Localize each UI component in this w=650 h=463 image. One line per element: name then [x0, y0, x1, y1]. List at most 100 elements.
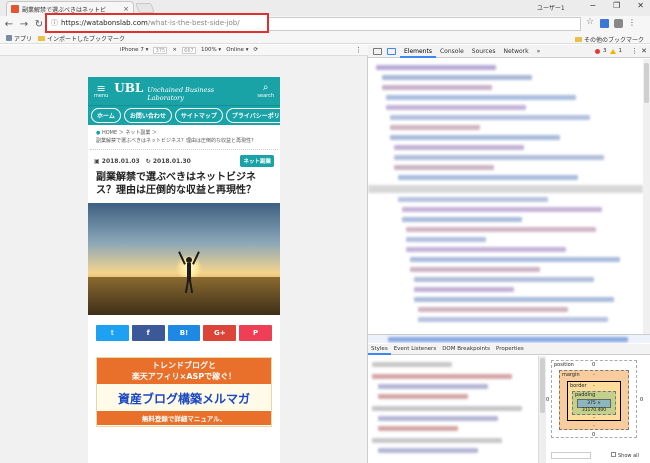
close-window-icon[interactable]: ✕ [637, 1, 644, 10]
height-input[interactable]: 667 [181, 46, 196, 54]
times-sign: × [172, 47, 177, 53]
search-button[interactable]: ⌕ search [257, 82, 274, 100]
box-filter-row: Show all [551, 452, 639, 459]
favicon-icon [11, 5, 19, 13]
updated-date: ↻ 2018.01.30 [145, 157, 191, 165]
logo-sub: Unchained Business Laboratory [147, 85, 215, 102]
breadcrumb: ● HOME ＞ ネット副業 ＞ 副業解禁で選ぶべきはネットビジネス？理由は圧倒… [90, 125, 278, 150]
devtools-menu-icon[interactable]: ⋮ [631, 47, 638, 55]
address-bar[interactable]: ⓘ https://watabonslab.com/what-is-the-be… [45, 13, 269, 33]
tab-properties[interactable]: Properties [493, 344, 527, 355]
issue-counts[interactable]: 3 1 [595, 48, 622, 54]
share-buttons: 𝕥 f B! G+ P [88, 315, 280, 341]
article-title: 副業解禁で選ぶべきはネットビジネス？理由は圧倒的な収益と再現性？ [96, 172, 256, 196]
extension-icon[interactable] [600, 19, 609, 28]
tab-console[interactable]: Console [436, 45, 468, 58]
profile-name[interactable]: ユーザー1 [537, 3, 565, 12]
device-select[interactable]: iPhone 7 ▾ [120, 47, 148, 53]
folder-icon [574, 37, 582, 42]
apps-icon [6, 35, 12, 41]
site-logo[interactable]: UBL Unchained Business Laboratory [114, 81, 251, 102]
crumb-category[interactable]: ネット副業 [125, 130, 150, 136]
post-meta: ▣ 2018.01.03 ↻ 2018.01.30 ネット副業 [88, 150, 280, 167]
tab-elements[interactable]: Elements [400, 45, 436, 58]
restore-icon[interactable]: ❐ [613, 1, 620, 10]
tab-close-icon[interactable]: × [123, 5, 129, 13]
warning-icon [609, 48, 616, 54]
google-plus-share-button[interactable]: G+ [203, 325, 237, 341]
bookmark-star-icon[interactable]: ☆ [586, 17, 594, 27]
forward-icon[interactable]: → [18, 19, 30, 30]
tab-network[interactable]: Network [500, 45, 533, 58]
url-path: /what-is-the-best-side-job/ [147, 19, 240, 27]
bookmarks-bar: アプリ インポートしたブックマーク その他のブックマーク [0, 33, 650, 44]
device-toggle-icon[interactable] [387, 47, 396, 55]
width-input[interactable]: 375 [153, 46, 168, 54]
network-select[interactable]: Online ▾ [226, 47, 248, 53]
banner-title: 資産ブログ構築メルマガ [117, 392, 250, 406]
site-nav: ホーム お問い合わせ サイトマップ プライバシーポリ [88, 105, 280, 125]
styles-pane[interactable] [368, 356, 538, 463]
checkbox [611, 452, 616, 457]
device-viewport-area: iPhone 7 ▾ 375 × 667 100% ▾ Online ▾ ⟳ ⋮… [0, 45, 368, 463]
url-host: https://watabonslab.com [61, 19, 148, 27]
twitter-share-button[interactable]: 𝕥 [96, 325, 129, 341]
filter-input[interactable] [551, 452, 591, 459]
nav-contact[interactable]: お問い合わせ [123, 108, 172, 123]
logo-main: UBL [114, 80, 144, 95]
category-badge[interactable]: ネット副業 [240, 155, 274, 167]
site-header: ≡ menu UBL Unchained Business Laboratory … [88, 77, 280, 105]
box-margin: margin - - border - - padding 375 × 3117… [559, 370, 629, 430]
camera-icon[interactable] [614, 19, 623, 28]
tab-event-listeners[interactable]: Event Listeners [391, 344, 440, 355]
window-controls: − ❐ ✕ [589, 1, 644, 10]
box-position: position 0 0 0 0 margin - - border - - p… [546, 360, 644, 438]
hatena-share-button[interactable]: B! [167, 325, 201, 341]
nav-privacy[interactable]: プライバシーポリ [225, 108, 280, 123]
reload-icon[interactable]: ↻ [33, 19, 45, 30]
published-date: ▣ 2018.01.03 [94, 157, 140, 165]
banner-header: トレンドブログと 楽天アフィリ×ASPで稼ぐ！ [97, 358, 271, 384]
show-all-toggle[interactable]: Show all [611, 452, 639, 459]
promo-banner[interactable]: トレンドブログと 楽天アフィリ×ASPで稼ぐ！ 資産ブログ構築メルマガ 無料登録… [96, 357, 272, 427]
new-tab-button[interactable] [135, 3, 155, 13]
minimize-icon[interactable]: − [589, 1, 596, 10]
menu-button[interactable]: ≡ menu [94, 81, 108, 99]
nav-home[interactable]: ホーム [91, 108, 121, 123]
crumb-home[interactable]: HOME [102, 130, 117, 136]
back-icon[interactable]: ← [3, 19, 15, 30]
dom-tree[interactable] [368, 59, 650, 335]
bookmark-other[interactable]: その他のブックマーク [574, 35, 644, 44]
hamburger-icon: ≡ [96, 81, 106, 95]
box-padding: padding 375 × 31170.400 [572, 391, 616, 415]
device-menu-icon[interactable]: ⋮ [355, 46, 362, 54]
styles-tabs: Styles Event Listeners DOM Breakpoints P… [368, 344, 650, 355]
tab-dom-breakpoints[interactable]: DOM Breakpoints [439, 344, 493, 355]
extension-icons: ⋮ [600, 19, 637, 28]
tab-more[interactable]: » [533, 45, 545, 58]
crumb-current: 副業解禁で選ぶべきはネットビジネス？理由は圧倒的な収益と再現性？ [96, 138, 257, 144]
inspect-icon[interactable] [373, 47, 382, 55]
tab-styles[interactable]: Styles [368, 344, 391, 355]
box-content: 375 × 31170.400 [577, 399, 611, 413]
omnibox-background[interactable] [269, 17, 581, 31]
box-model-scrollbar[interactable] [539, 356, 546, 463]
zoom-select[interactable]: 100% ▾ [201, 47, 221, 53]
rotate-icon[interactable]: ⟳ [253, 47, 258, 53]
devtools-close-icon[interactable]: ✕ [641, 47, 647, 55]
menu-kebab-icon[interactable]: ⋮ [628, 19, 637, 28]
devtools-toolbar: Elements Console Sources Network » 3 1 ⋮… [368, 45, 650, 58]
calendar-icon: ▣ [94, 157, 100, 165]
bookmark-apps[interactable]: アプリ [6, 34, 32, 43]
bookmark-imported[interactable]: インポートしたブックマーク [38, 34, 125, 43]
home-icon: ● [96, 130, 101, 136]
refresh-icon: ↻ [145, 157, 151, 165]
pocket-share-button[interactable]: P [239, 325, 272, 341]
nav-sitemap[interactable]: サイトマップ [174, 108, 223, 123]
dom-scrollbar[interactable] [643, 59, 650, 335]
info-icon[interactable]: ⓘ [51, 18, 58, 28]
facebook-share-button[interactable]: f [131, 325, 165, 341]
box-model-pane: position 0 0 0 0 margin - - border - - p… [538, 356, 650, 463]
search-icon: ⌕ [262, 82, 269, 93]
tab-sources[interactable]: Sources [468, 45, 500, 58]
